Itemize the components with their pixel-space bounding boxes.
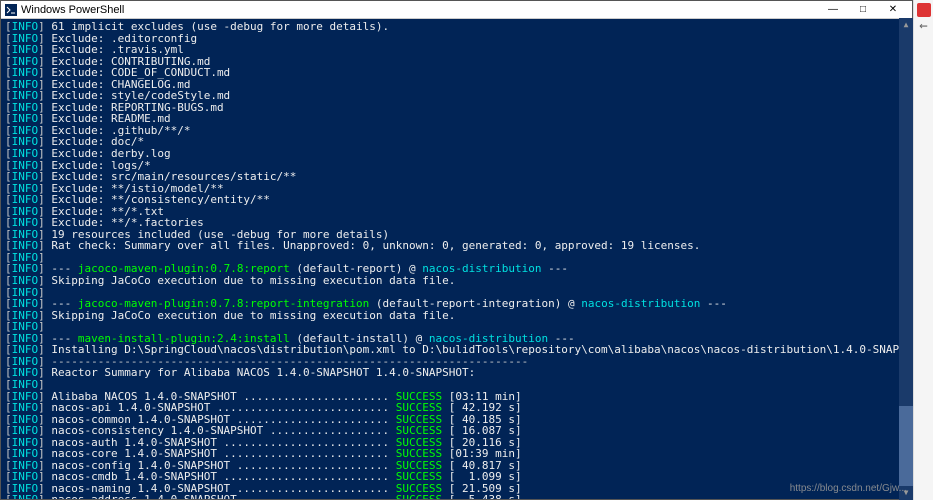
maximize-button[interactable]: □ bbox=[848, 2, 878, 18]
vertical-scrollbar[interactable]: ▲ ▼ bbox=[899, 18, 913, 500]
titlebar: Windows PowerShell — □ ✕ bbox=[1, 1, 912, 19]
window-buttons: — □ ✕ bbox=[818, 2, 908, 18]
minimize-button[interactable]: — bbox=[818, 2, 848, 18]
window-title: Windows PowerShell bbox=[21, 4, 818, 16]
watermark: https://blog.csdn.net/Gjw... bbox=[790, 483, 907, 494]
powershell-window: Windows PowerShell — □ ✕ [INFO] 61 impli… bbox=[0, 0, 913, 500]
back-icon[interactable]: ← bbox=[914, 18, 933, 34]
powershell-icon bbox=[5, 4, 17, 16]
scroll-up-icon[interactable]: ▲ bbox=[899, 18, 913, 32]
extension-icon[interactable] bbox=[917, 3, 931, 17]
browser-sidebar: ← bbox=[913, 0, 933, 500]
scrollbar-thumb[interactable] bbox=[899, 406, 913, 486]
close-button[interactable]: ✕ bbox=[878, 2, 908, 18]
terminal-output[interactable]: [INFO] 61 implicit excludes (use -debug … bbox=[1, 19, 912, 499]
